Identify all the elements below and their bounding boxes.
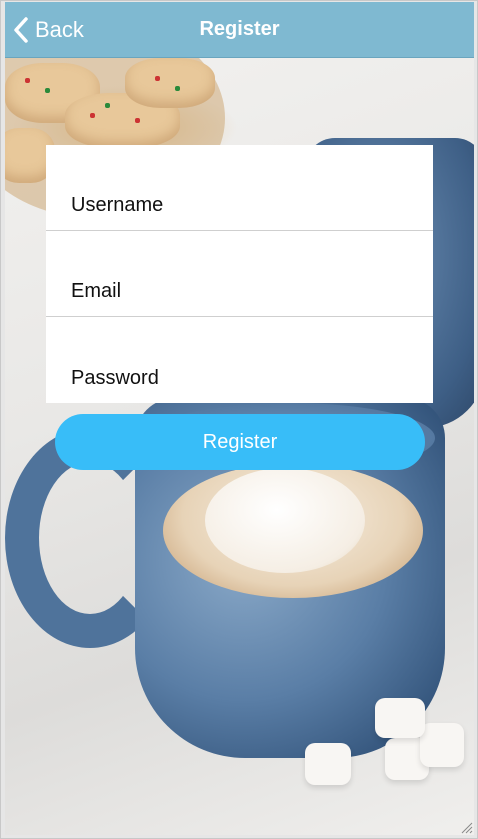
sprinkle (90, 113, 95, 118)
whipped-cream (205, 468, 365, 573)
sprinkle (175, 86, 180, 91)
sprinkle (155, 76, 160, 81)
password-row (46, 317, 433, 403)
navigation-bar: Back Register (5, 2, 474, 58)
sprinkle (105, 103, 110, 108)
register-form (46, 145, 433, 403)
marshmallow (420, 723, 464, 767)
marshmallow (375, 698, 425, 738)
email-row (46, 231, 433, 317)
username-row (46, 145, 433, 231)
resize-grip-icon[interactable] (459, 820, 473, 834)
email-field[interactable] (71, 278, 411, 304)
marshmallow (305, 743, 351, 785)
password-field[interactable] (71, 365, 411, 391)
sprinkle (135, 118, 140, 123)
sprinkle (25, 78, 30, 83)
cookie (125, 58, 215, 108)
app-frame: Back Register Register (0, 0, 478, 839)
register-button[interactable]: Register (55, 414, 425, 470)
sprinkle (45, 88, 50, 93)
page-title: Register (199, 18, 280, 40)
username-field[interactable] (71, 192, 411, 218)
